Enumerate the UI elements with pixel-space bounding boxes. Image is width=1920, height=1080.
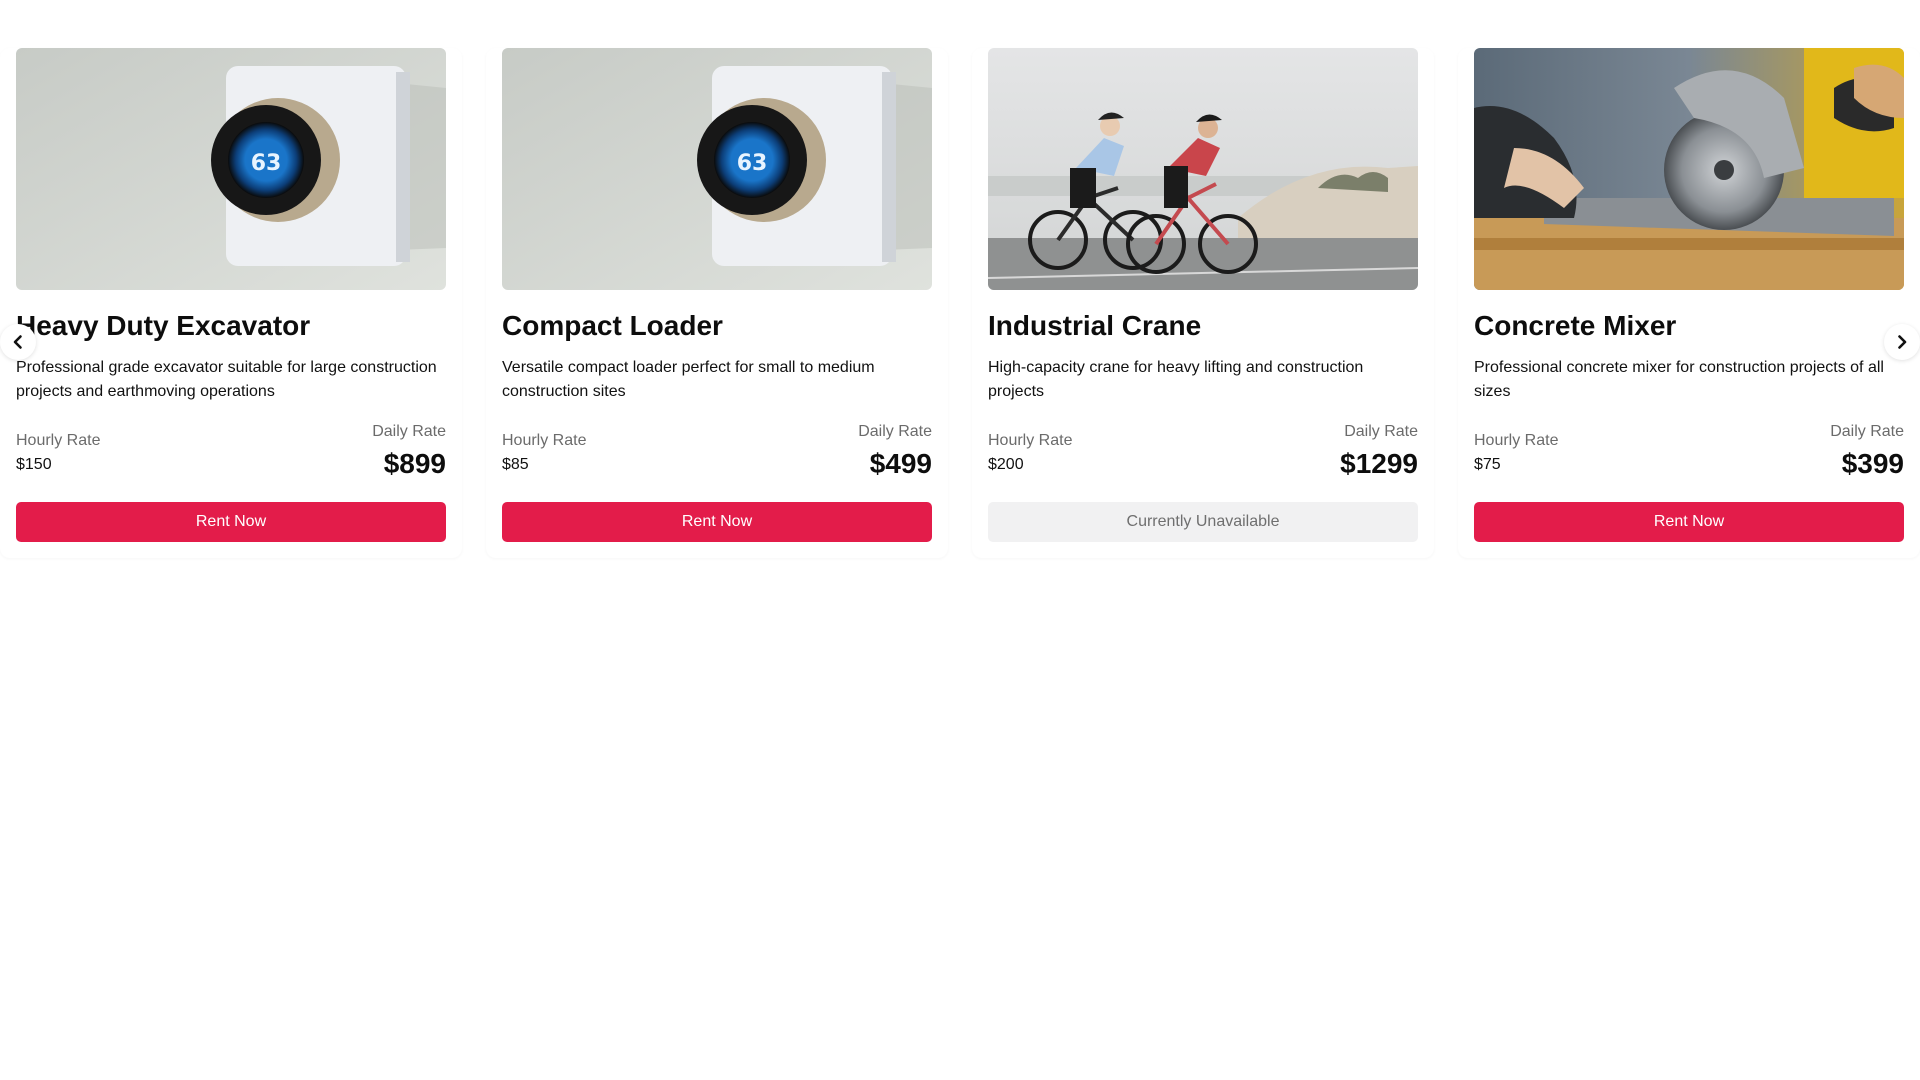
daily-rate-value: $899 <box>383 448 446 479</box>
equipment-card: Industrial Crane High-capacity crane for… <box>972 48 1434 558</box>
rent-now-button[interactable]: Rent Now <box>16 502 446 542</box>
equipment-description: Professional grade excavator suitable fo… <box>16 359 437 400</box>
svg-text:63: 63 <box>251 151 282 176</box>
thermostat-image: 63 <box>16 48 446 290</box>
equipment-title: Heavy Duty Excavator <box>16 310 311 341</box>
equipment-image <box>1474 48 1904 290</box>
carousel-prev-button[interactable] <box>0 324 36 360</box>
equipment-image: 63 <box>502 48 932 290</box>
rent-now-button[interactable]: Rent Now <box>502 502 932 542</box>
equipment-card: Concrete Mixer Professional concrete mix… <box>1458 48 1920 558</box>
equipment-card: 63 Heavy Duty Excavator Professional gra… <box>0 48 462 558</box>
carousel-next-button[interactable] <box>1884 324 1920 360</box>
equipment-image: 63 <box>16 48 446 290</box>
equipment-image <box>988 48 1418 290</box>
equipment-description: Professional concrete mixer for construc… <box>1474 359 1884 400</box>
svg-text:63: 63 <box>737 151 768 176</box>
daily-rate-label: Daily Rate <box>372 423 446 440</box>
hourly-rate-value: $150 <box>16 456 52 473</box>
equipment-title: Industrial Crane <box>988 310 1202 341</box>
equipment-title: Compact Loader <box>502 310 723 341</box>
daily-rate-label: Daily Rate <box>1830 423 1904 440</box>
daily-rate-value: $399 <box>1841 448 1904 479</box>
equipment-description: Versatile compact loader perfect for sma… <box>502 359 875 400</box>
carousel-track: 63 Heavy Duty Excavator Professional gra… <box>0 48 1920 558</box>
daily-rate-label: Daily Rate <box>858 423 932 440</box>
hourly-rate-label: Hourly Rate <box>16 432 101 449</box>
equipment-carousel: 63 Heavy Duty Excavator Professional gra… <box>0 0 1920 1080</box>
daily-rate-label: Daily Rate <box>1344 423 1418 440</box>
equipment-title: Concrete Mixer <box>1474 310 1677 341</box>
daily-rate-value: $1299 <box>1340 448 1418 479</box>
cyclists-image <box>988 48 1418 290</box>
hourly-rate-value: $200 <box>988 456 1024 473</box>
thermostat-image: 63 <box>502 48 932 290</box>
equipment-card: 63 Compact Loader Versatile compact load… <box>486 48 948 558</box>
chevron-left-icon <box>13 335 22 349</box>
equipment-description: High-capacity crane for heavy lifting an… <box>988 359 1364 400</box>
chevron-right-icon <box>1898 335 1907 349</box>
unavailable-button[interactable]: Currently Unavailable <box>988 502 1418 542</box>
hourly-rate-value: $85 <box>502 456 529 473</box>
hourly-rate-label: Hourly Rate <box>988 432 1073 449</box>
daily-rate-value: $499 <box>869 448 932 479</box>
hourly-rate-value: $75 <box>1474 456 1501 473</box>
hourly-rate-label: Hourly Rate <box>1474 432 1559 449</box>
hourly-rate-label: Hourly Rate <box>502 432 587 449</box>
rent-now-button[interactable]: Rent Now <box>1474 502 1904 542</box>
circular-saw-image <box>1474 48 1904 290</box>
